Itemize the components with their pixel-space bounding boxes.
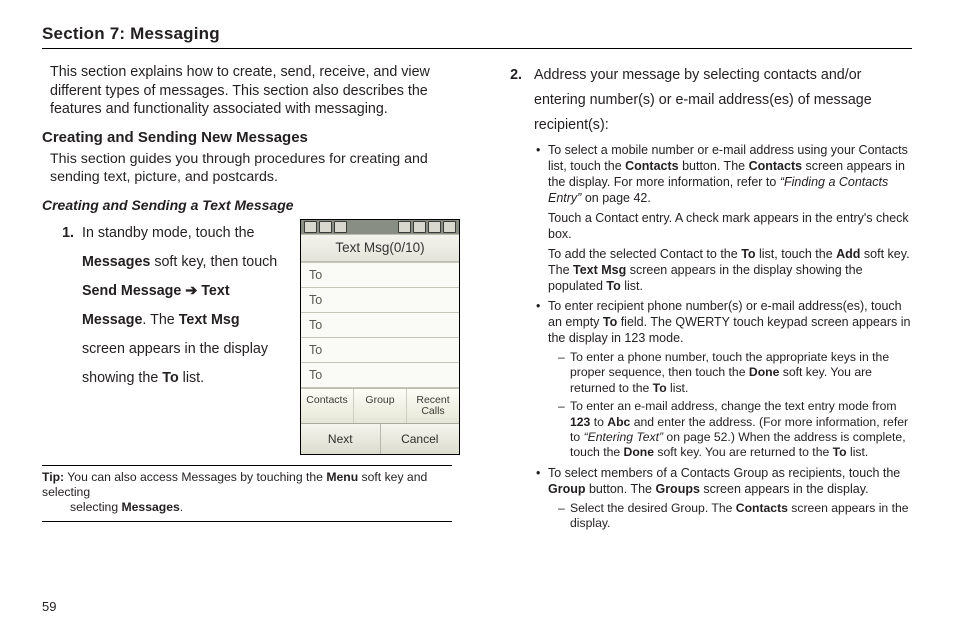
t: Messages bbox=[82, 254, 150, 270]
status-icon bbox=[398, 221, 411, 233]
right-column: 2. Address your message by selecting con… bbox=[508, 63, 912, 534]
t: In standby mode, touch the bbox=[82, 225, 254, 241]
t: Add bbox=[836, 247, 860, 261]
signal-icon bbox=[304, 221, 317, 233]
t: To bbox=[603, 315, 617, 329]
bullet-contacts-p3: To add the selected Contact to the To li… bbox=[548, 246, 912, 294]
section-title: Section 7: Messaging bbox=[42, 24, 912, 49]
subbullet-phone-number: To enter a phone number, touch the appro… bbox=[560, 350, 912, 396]
bullet-contacts-p2: Touch a Contact entry. A check mark appe… bbox=[548, 210, 912, 242]
t: button. The bbox=[679, 159, 749, 173]
bullet-contacts: To select a mobile number or e-mail addr… bbox=[538, 142, 912, 294]
subbullet-email: To enter an e-mail address, change the t… bbox=[560, 399, 912, 461]
recent-calls-button[interactable]: Recent Calls bbox=[407, 389, 459, 423]
phone-screen-title: Text Msg(0/10) bbox=[301, 234, 459, 262]
statusbar-left bbox=[304, 221, 347, 233]
heading-text-message: Creating and Sending a Text Message bbox=[42, 197, 452, 213]
cancel-softkey[interactable]: Cancel bbox=[381, 424, 460, 454]
t: soft key, then touch bbox=[150, 254, 277, 270]
status-icon bbox=[413, 221, 426, 233]
t: . The bbox=[142, 312, 178, 328]
status-icon bbox=[319, 221, 332, 233]
next-softkey[interactable]: Next bbox=[301, 424, 381, 454]
t: Groups bbox=[655, 482, 699, 496]
t: list. bbox=[847, 445, 869, 459]
phone-softkey-row: Next Cancel bbox=[301, 423, 459, 454]
ref-entering-text: “Entering Text” bbox=[584, 430, 663, 444]
t: on page 42. bbox=[581, 191, 651, 205]
page-number: 59 bbox=[42, 599, 56, 614]
t: list, touch the bbox=[756, 247, 837, 261]
tip-box: Tip: You can also access Messages by tou… bbox=[42, 465, 452, 523]
t: To select members of a Contacts Group as… bbox=[548, 466, 900, 480]
t: Contacts bbox=[736, 501, 788, 515]
contacts-button[interactable]: Contacts bbox=[301, 389, 354, 423]
status-icon bbox=[334, 221, 347, 233]
step-2: 2. Address your message by selecting con… bbox=[508, 63, 912, 138]
to-field[interactable]: To bbox=[301, 313, 459, 338]
step-1-number: 1. bbox=[42, 219, 74, 455]
t: To bbox=[653, 381, 667, 395]
t: selecting bbox=[70, 500, 122, 514]
t: Select the desired Group. The bbox=[570, 501, 736, 515]
tip-label: Tip: bbox=[42, 470, 64, 484]
group-button[interactable]: Group bbox=[354, 389, 407, 423]
t: Messages bbox=[122, 500, 180, 514]
step-2-text: Address your message by selecting contac… bbox=[534, 63, 912, 138]
tip-body: selecting Messages. bbox=[42, 500, 452, 515]
status-icon bbox=[428, 221, 441, 233]
t: soft key. You are returned to the bbox=[654, 445, 833, 459]
phone-to-list: To To To To To bbox=[301, 262, 459, 388]
step-2-number: 2. bbox=[508, 63, 522, 138]
t: screen appears in the display. bbox=[700, 482, 869, 496]
t: list. bbox=[179, 370, 204, 386]
t: To bbox=[833, 445, 847, 459]
t: button. The bbox=[586, 482, 656, 496]
to-field[interactable]: To bbox=[301, 363, 459, 388]
phone-button-row: Contacts Group Recent Calls bbox=[301, 388, 459, 423]
t: To bbox=[741, 247, 755, 261]
bullet-group: To select members of a Contacts Group as… bbox=[538, 465, 912, 497]
t: . bbox=[180, 500, 183, 514]
t: Contacts bbox=[749, 159, 802, 173]
t: Text Msg bbox=[179, 312, 240, 328]
left-column: This section explains how to create, sen… bbox=[42, 63, 452, 534]
t: Abc bbox=[607, 415, 630, 429]
phone-mock: Text Msg(0/10) To To To To To Contacts G… bbox=[300, 219, 460, 455]
phone-statusbar bbox=[301, 220, 459, 234]
t: Contacts bbox=[625, 159, 678, 173]
t: To add the selected Contact to the bbox=[548, 247, 741, 261]
battery-icon bbox=[443, 221, 456, 233]
bullet-enter-recipient: To enter recipient phone number(s) or e-… bbox=[538, 298, 912, 346]
t: Done bbox=[624, 445, 654, 459]
step-1-text: In standby mode, touch the Messages soft… bbox=[82, 219, 282, 455]
t: 123 bbox=[570, 415, 590, 429]
t: To enter an e-mail address, change the t… bbox=[570, 399, 897, 413]
after-h2-paragraph: This section guides you through procedur… bbox=[50, 150, 452, 187]
t: list. bbox=[667, 381, 689, 395]
t: To bbox=[162, 370, 178, 386]
t: Text Msg bbox=[573, 263, 626, 277]
to-field[interactable]: To bbox=[301, 263, 459, 288]
t: Done bbox=[749, 365, 779, 379]
heading-creating-sending: Creating and Sending New Messages bbox=[42, 129, 452, 146]
intro-paragraph: This section explains how to create, sen… bbox=[50, 63, 452, 119]
t: list. bbox=[621, 279, 643, 293]
t: You can also access Messages by touching… bbox=[64, 470, 326, 484]
to-field[interactable]: To bbox=[301, 338, 459, 363]
t: Group bbox=[548, 482, 586, 496]
statusbar-right bbox=[398, 221, 456, 233]
columns: This section explains how to create, sen… bbox=[42, 63, 912, 534]
to-field[interactable]: To bbox=[301, 288, 459, 313]
t: To bbox=[606, 279, 620, 293]
t: Menu bbox=[326, 470, 358, 484]
subbullet-select-group: Select the desired Group. The Contacts s… bbox=[560, 501, 912, 532]
step-1: 1. In standby mode, touch the Messages s… bbox=[42, 219, 452, 455]
t: to bbox=[590, 415, 607, 429]
